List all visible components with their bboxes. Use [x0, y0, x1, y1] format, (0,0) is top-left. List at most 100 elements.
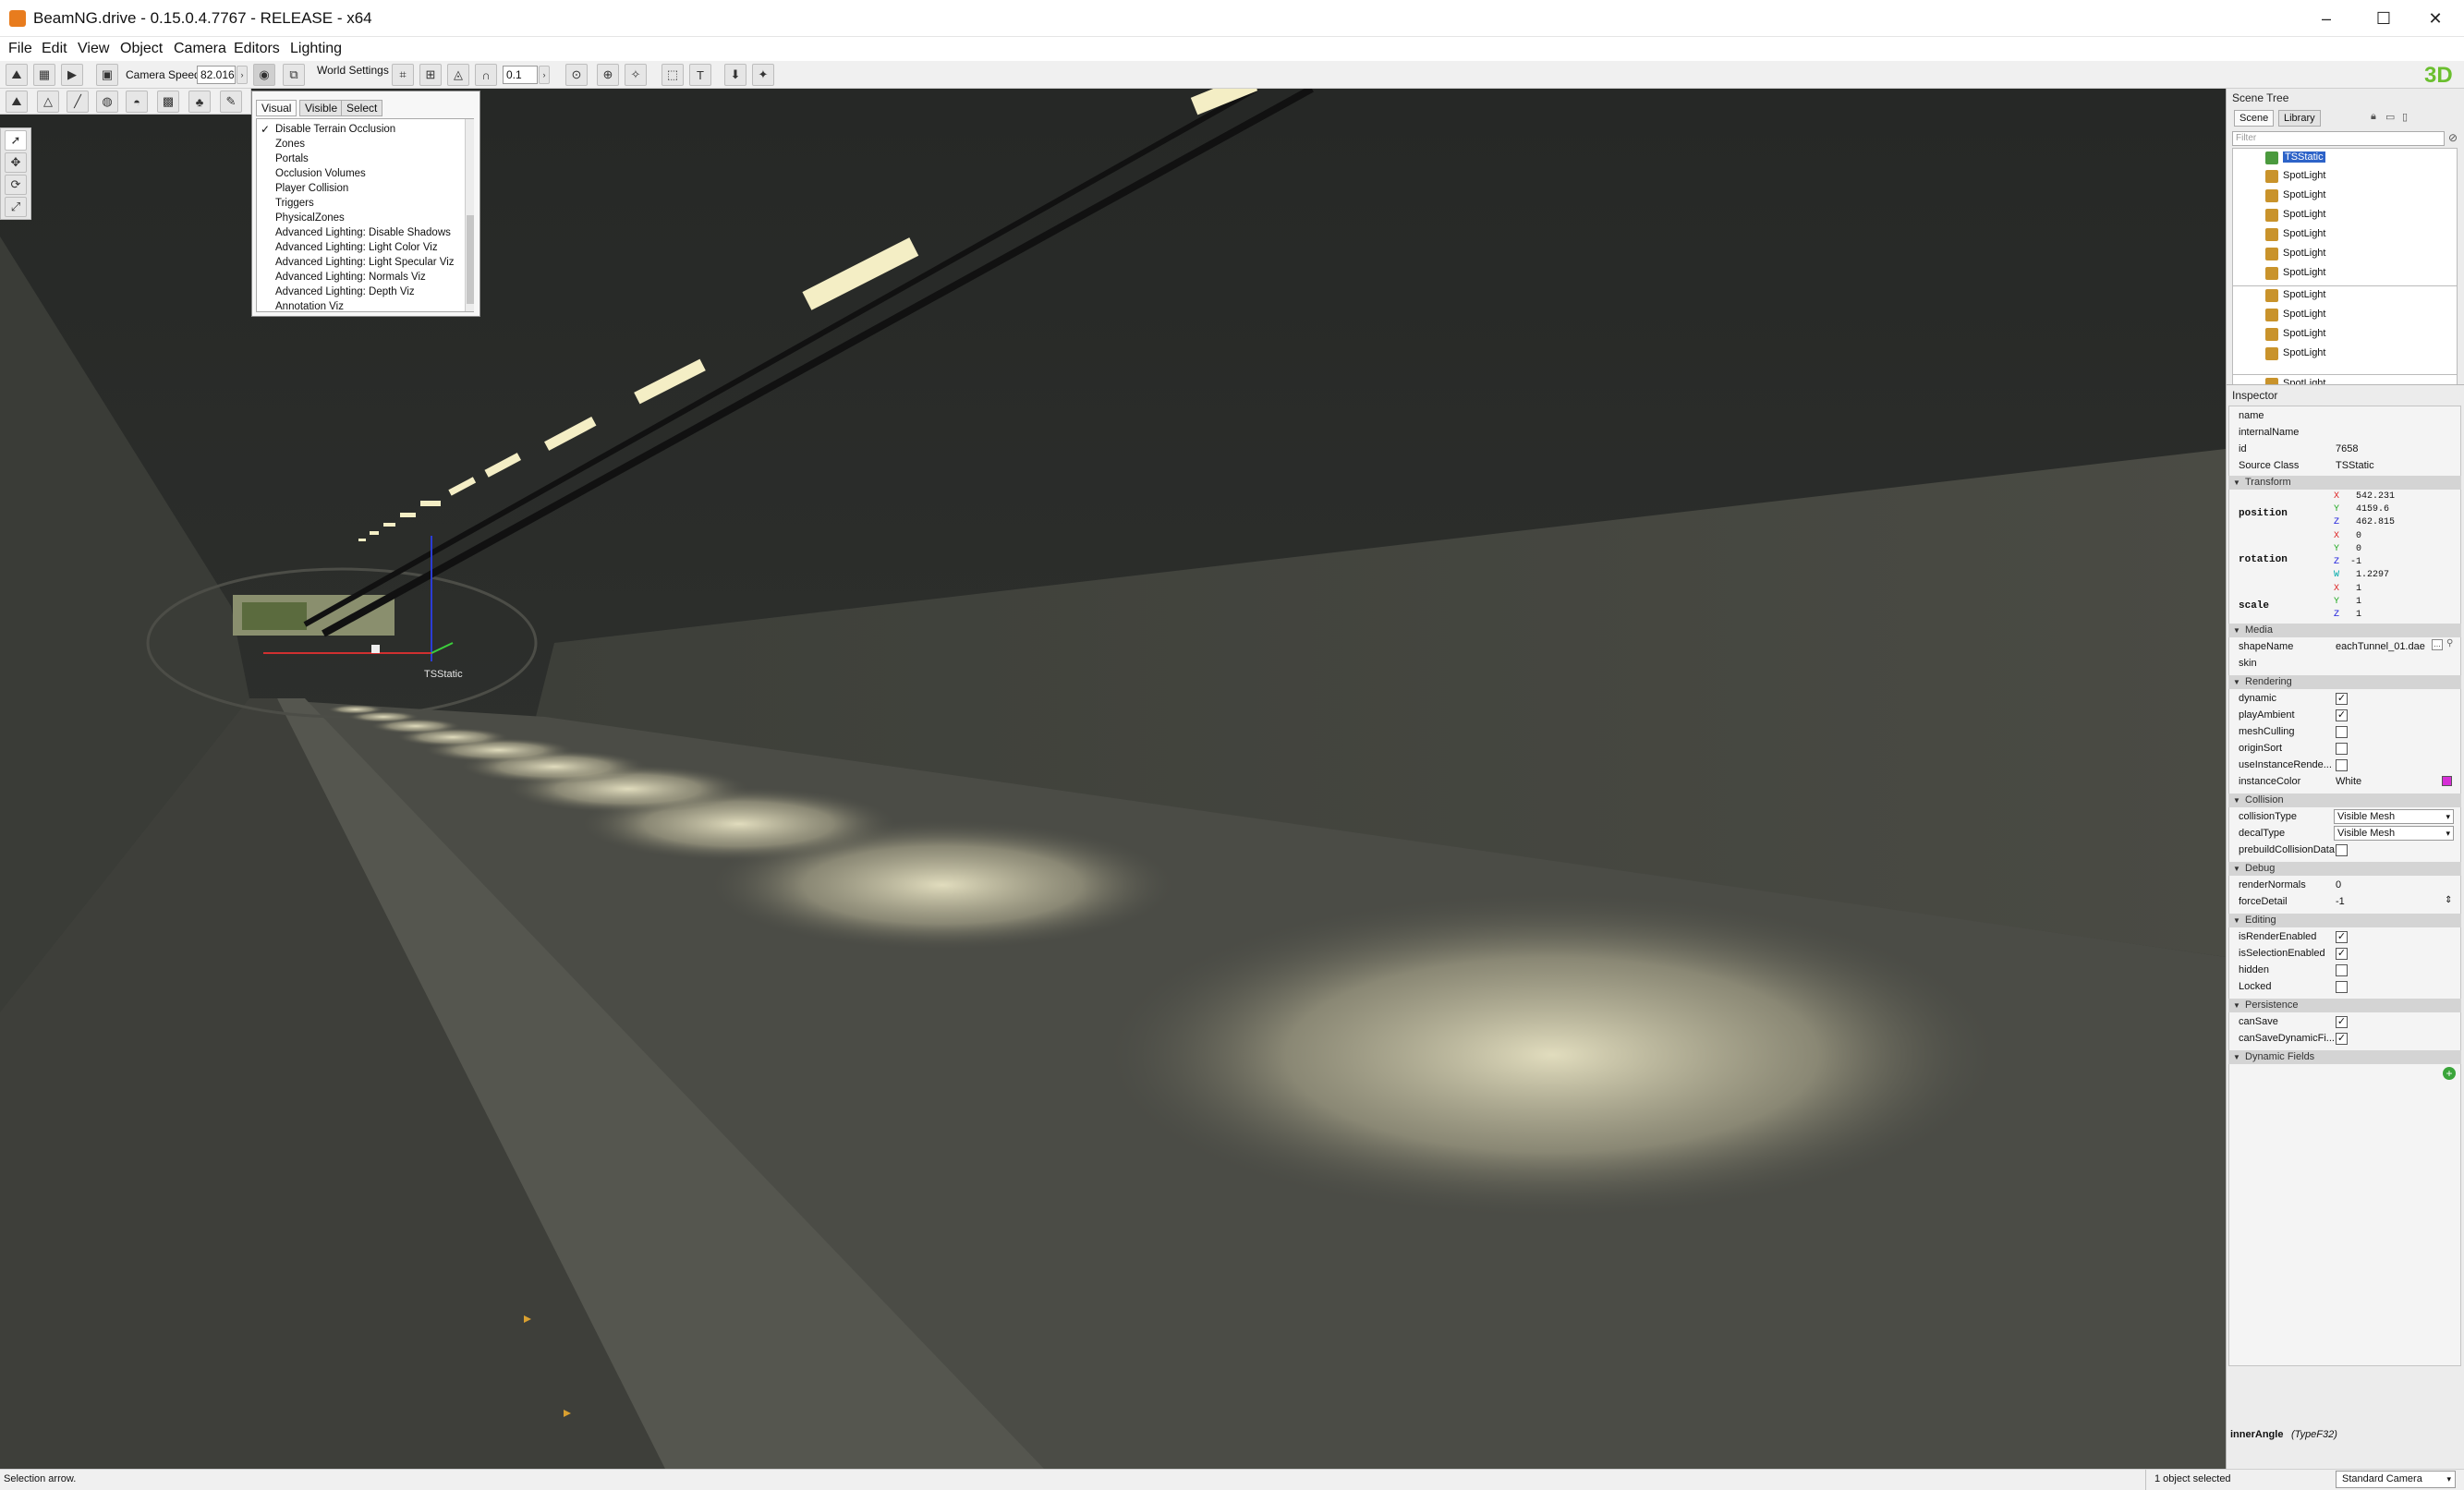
section-collision[interactable]: Collision [2228, 793, 2461, 807]
camera-icon[interactable]: ▣ [96, 64, 118, 86]
stepper-icon[interactable]: ⇕ [2445, 895, 2452, 905]
visibility-item[interactable]: Player Collision [275, 183, 348, 194]
particle-editor-icon[interactable]: ✎ [220, 91, 242, 113]
lock-icon[interactable]: 🔒︎ [2371, 111, 2376, 123]
section-media[interactable]: Media [2228, 624, 2461, 637]
tab-select[interactable]: Select [341, 100, 383, 116]
tab-visual[interactable]: Visual [256, 100, 297, 116]
rotation-values[interactable]: X 0 Y 0 Z -1 W 1.2297 [2334, 530, 2389, 582]
selection-arrow-icon[interactable]: ➚ [5, 130, 27, 151]
hidden-checkbox[interactable] [2336, 964, 2348, 976]
play-icon[interactable]: ▶ [61, 64, 83, 86]
menu-edit[interactable]: Edit [42, 41, 67, 57]
visibility-item[interactable]: Zones [275, 139, 305, 150]
visibility-item[interactable]: Disable Terrain Occlusion [275, 124, 395, 135]
scene-filter-input[interactable]: Filter [2232, 131, 2445, 146]
visibility-item[interactable]: Advanced Lighting: Disable Shadows [275, 227, 451, 238]
section-rendering[interactable]: Rendering [2228, 675, 2461, 689]
playambient-checkbox[interactable]: ✓ [2336, 709, 2348, 721]
visibility-item[interactable]: Portals [275, 153, 309, 164]
tab-scene[interactable]: Scene [2234, 110, 2275, 127]
maximize-button[interactable]: ☐ [2355, 0, 2412, 37]
visibility-item[interactable]: Advanced Lighting: Light Specular Viz [275, 257, 455, 268]
dynamic-checkbox[interactable]: ✓ [2336, 693, 2348, 705]
visibility-item[interactable]: Triggers [275, 198, 314, 209]
instance-color-swatch[interactable] [2442, 776, 2452, 786]
terrain-editor-icon[interactable]: ▦ [33, 64, 55, 86]
collisiontype-select[interactable]: Visible Mesh ▾ [2334, 809, 2454, 824]
section-editing[interactable]: Editing [2228, 914, 2461, 927]
scale-values[interactable]: X 1 Y 1 Z 1 [2334, 583, 2361, 622]
camera-speed-input[interactable]: 82.016 [197, 66, 236, 84]
snap-grid-icon[interactable]: ⌗ [392, 64, 414, 86]
object-center-icon[interactable]: ⊙ [565, 64, 588, 86]
visibility-item[interactable]: PhysicalZones [275, 212, 345, 224]
isselectionenabled-checkbox[interactable]: ✓ [2336, 948, 2348, 960]
drop-at-icon[interactable]: ⬇ [724, 64, 746, 86]
selection-box-icon[interactable]: ⬚ [662, 64, 684, 86]
isrenderenabled-checkbox[interactable]: ✓ [2336, 931, 2348, 943]
visibility-item[interactable]: Advanced Lighting: Depth Viz [275, 286, 415, 297]
snap-value-input[interactable]: 0.1 [503, 66, 538, 84]
useinstancerender-checkbox[interactable] [2336, 759, 2348, 771]
section-dynamic-fields[interactable]: Dynamic Fields [2228, 1050, 2461, 1064]
visibility-item[interactable]: Annotation Viz [275, 301, 344, 312]
forest-editor-icon[interactable]: ♣ [188, 91, 211, 113]
section-persistence[interactable]: Persistence [2228, 999, 2461, 1012]
menu-camera[interactable]: Camera [174, 41, 226, 57]
tab-library[interactable]: Library [2278, 110, 2321, 127]
snap-terrain-icon[interactable]: ⊞ [419, 64, 442, 86]
prebuild-checkbox[interactable] [2336, 844, 2348, 856]
position-values[interactable]: X 542.231 Y 4159.6 Z 462.815 [2334, 491, 2395, 529]
object-transform-icon[interactable]: ✧ [625, 64, 647, 86]
magnet-icon[interactable]: ∩ [475, 64, 497, 86]
visibility-item[interactable]: Occlusion Volumes [275, 168, 366, 179]
snap-bounds-icon[interactable]: ◬ [447, 64, 469, 86]
add-field-icon[interactable]: + [2443, 1067, 2456, 1080]
section-transform[interactable]: Transform [2228, 476, 2461, 490]
scrollbar-thumb[interactable] [467, 215, 474, 304]
section-debug[interactable]: Debug [2228, 862, 2461, 876]
decal-editor-icon[interactable]: ▩ [157, 91, 179, 113]
world-editor-icon[interactable]: ⛰ [6, 64, 28, 86]
world-settings-label[interactable]: World Settings [317, 64, 389, 77]
object-editor-icon[interactable]: ⛰ [6, 91, 28, 113]
menu-view[interactable]: View [78, 41, 109, 57]
decaltype-select[interactable]: Visible Mesh ▾ [2334, 826, 2454, 841]
locked-checkbox[interactable] [2336, 981, 2348, 993]
browse-button[interactable]: … [2432, 639, 2443, 650]
close-button[interactable]: ✕ [2407, 0, 2464, 37]
terrain-painter-icon[interactable]: △ [37, 91, 59, 113]
visibility-scrollbar[interactable] [465, 119, 474, 311]
tab-visible[interactable]: Visible [299, 100, 344, 116]
visibility-item[interactable]: Advanced Lighting: Light Color Viz [275, 242, 438, 253]
scale-tool-icon[interactable]: ⤢ [5, 197, 27, 217]
camera-mode-select[interactable]: Standard Camera ▾ [2336, 1471, 2456, 1488]
minimize-button[interactable]: – [2298, 0, 2355, 37]
delete-icon[interactable]: ▯ [2402, 111, 2408, 123]
visibility-item[interactable]: Advanced Lighting: Normals Viz [275, 272, 426, 283]
originsort-checkbox[interactable] [2336, 743, 2348, 755]
road-editor-icon[interactable]: ╱ [67, 91, 89, 113]
menu-editors[interactable]: Editors [234, 41, 280, 57]
menu-file[interactable]: File [8, 41, 32, 57]
world-transform-icon[interactable]: ⊕ [597, 64, 619, 86]
mesh-road-icon[interactable]: ◓ [126, 91, 148, 113]
text-icon[interactable]: T [689, 64, 711, 86]
cansavedynamic-checkbox[interactable]: ✓ [2336, 1033, 2348, 1045]
snap-value-arrow-icon[interactable]: › [539, 66, 550, 84]
move-tool-icon[interactable]: ✥ [5, 152, 27, 173]
camera-view-icon[interactable]: ⧉ [283, 64, 305, 86]
prefab-icon[interactable]: ✦ [752, 64, 774, 86]
menu-lighting[interactable]: Lighting [290, 41, 342, 57]
river-editor-icon[interactable]: ◍ [96, 91, 118, 113]
menu-object[interactable]: Object [120, 41, 163, 57]
cansave-checkbox[interactable]: ✓ [2336, 1016, 2348, 1028]
pin-icon[interactable]: ⚲ [2446, 638, 2453, 648]
meshculling-checkbox[interactable] [2336, 726, 2348, 738]
visibility-eye-icon[interactable]: ◉ [253, 64, 275, 86]
camera-speed-arrow-icon[interactable]: › [237, 66, 248, 84]
rotate-tool-icon[interactable]: ⟳ [5, 175, 27, 195]
folder-icon[interactable]: ▭ [2385, 111, 2395, 123]
clear-filter-icon[interactable]: ⊘ [2448, 131, 2458, 144]
